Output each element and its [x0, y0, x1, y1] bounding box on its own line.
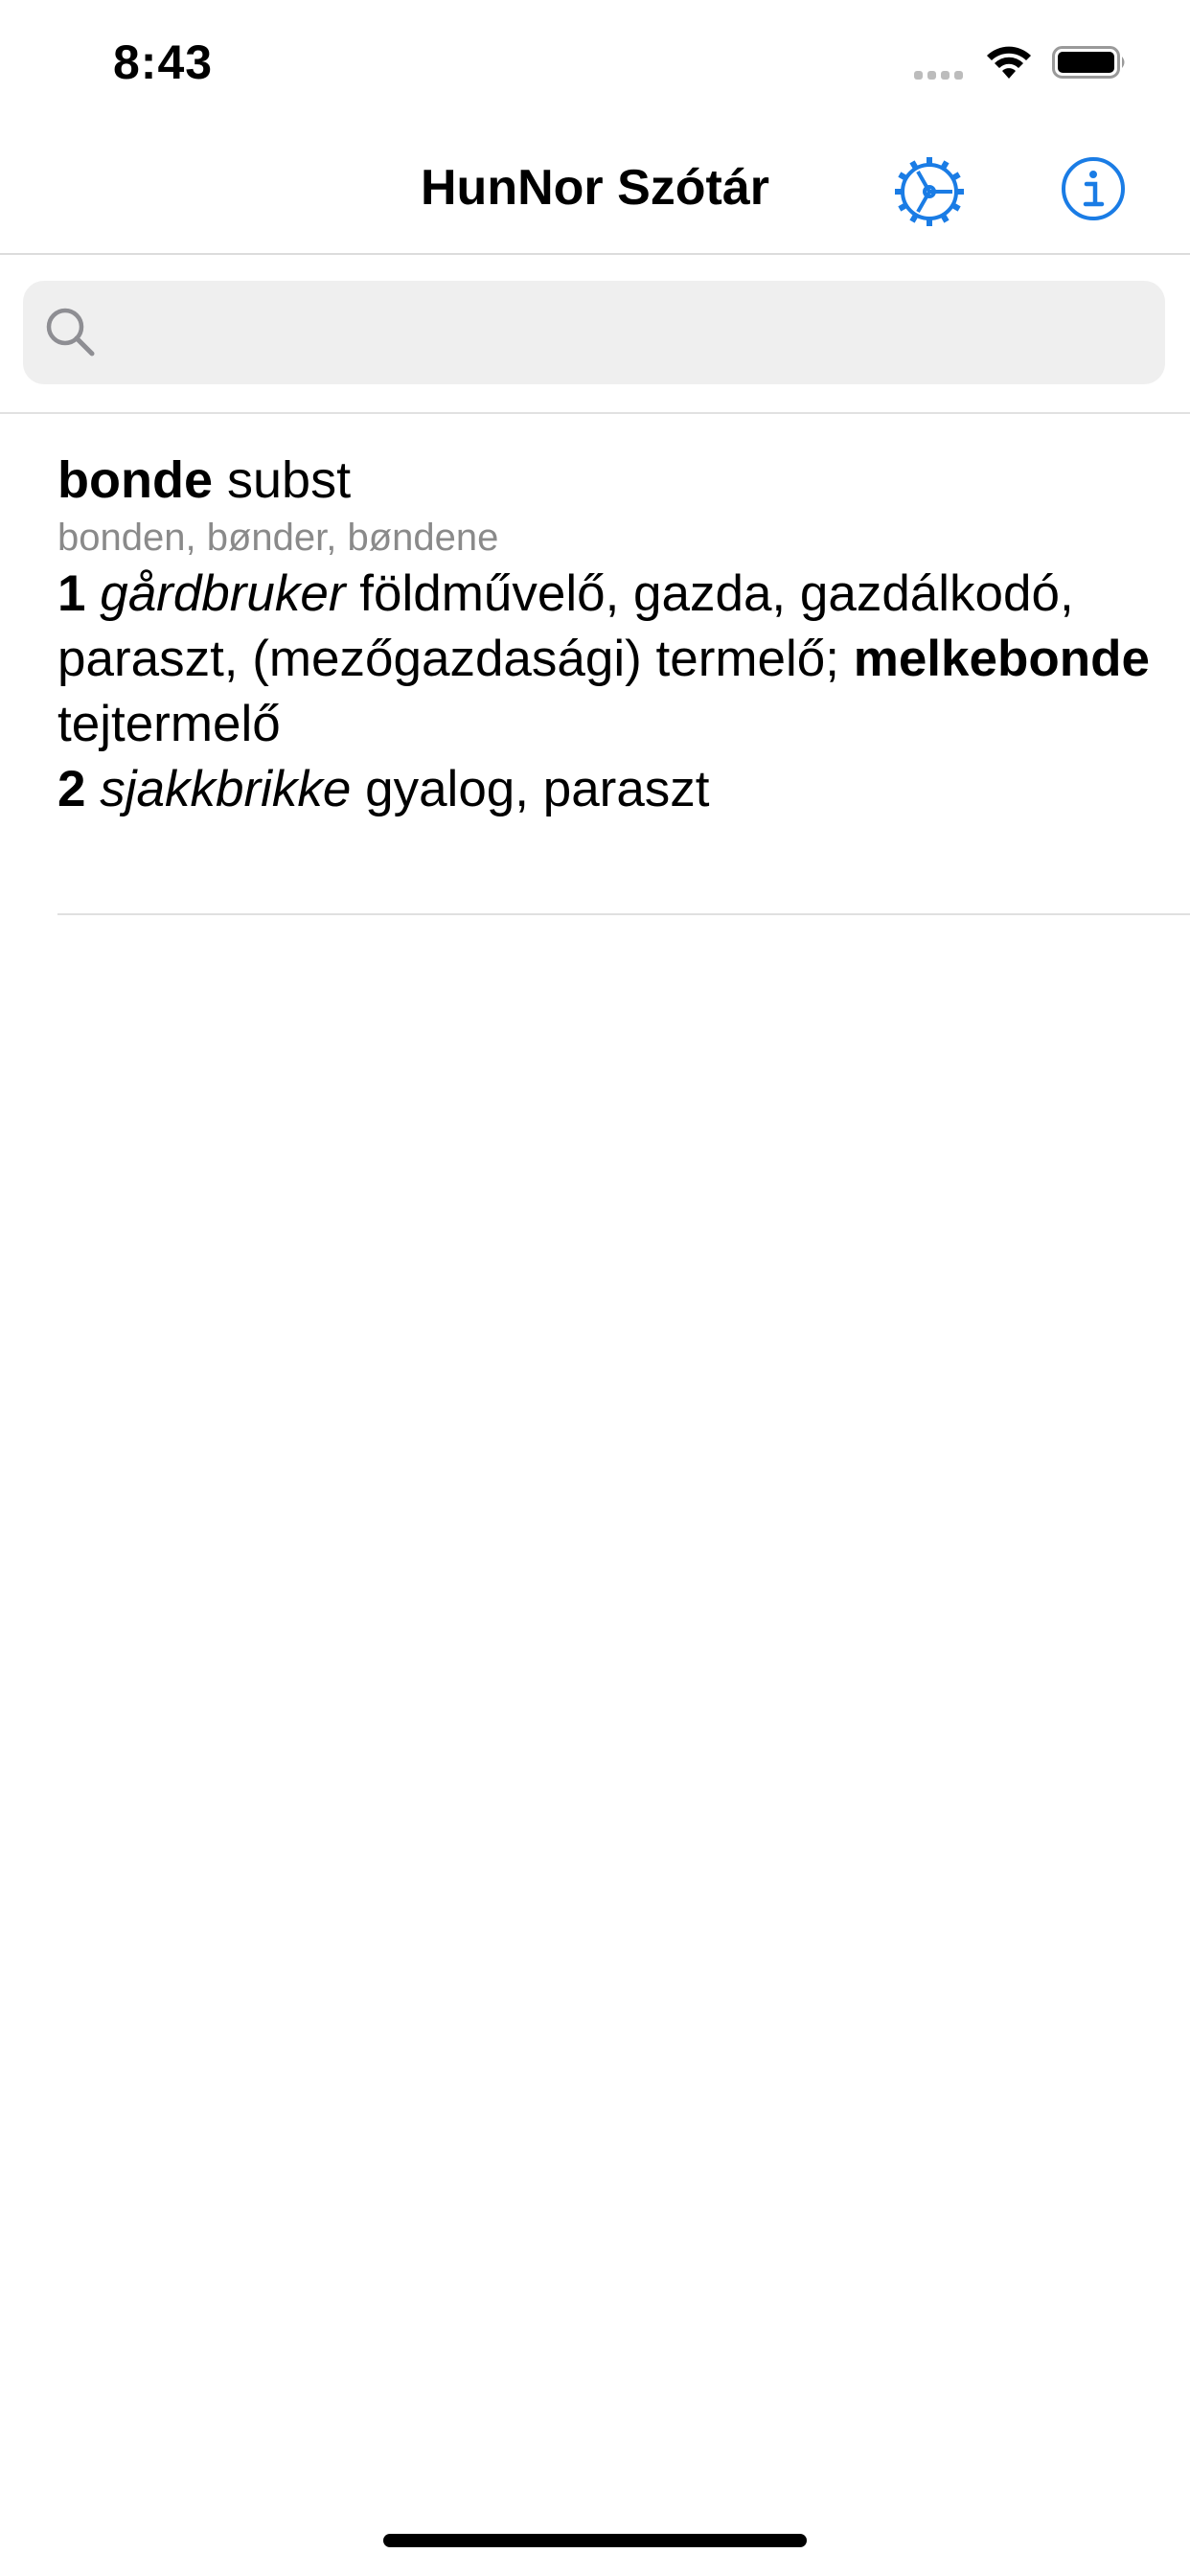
signal-dots-icon — [914, 71, 963, 80]
battery-icon — [1052, 46, 1125, 79]
sense-2: 2 sjakkbrikke gyalog, paraszt — [57, 757, 1150, 822]
search-input[interactable] — [115, 281, 1144, 386]
sense-translation: gyalog, paraszt — [365, 761, 710, 817]
sense-number: 2 — [57, 761, 86, 817]
example-translation: tejtermelő — [57, 696, 281, 752]
wifi-icon — [987, 46, 1031, 79]
info-icon — [1062, 157, 1125, 220]
gear-icon — [895, 157, 964, 226]
example-word: melkebonde — [853, 631, 1150, 687]
headword: bonde — [57, 451, 213, 509]
part-of-speech: subst — [227, 451, 352, 509]
sense-label: sjakkbrikke — [100, 761, 352, 817]
row-divider — [57, 913, 1190, 915]
status-time: 8:43 — [113, 35, 214, 89]
screen: 8:43 HunNor Szótár bonde subst bonden, b… — [0, 0, 1190, 2576]
settings-button[interactable] — [893, 155, 966, 228]
search-field[interactable] — [23, 281, 1165, 386]
search-bar — [0, 255, 1190, 414]
dictionary-entry[interactable]: bonde subst bonden, bønder, bøndene 1 gå… — [57, 447, 1150, 822]
page-title: HunNor Szótár — [421, 160, 769, 216]
inflected-forms: bonden, bønder, bøndene — [57, 517, 499, 559]
search-icon — [46, 308, 95, 356]
sense-label: gårdbruker — [100, 565, 346, 622]
home-indicator[interactable] — [383, 2534, 807, 2547]
sense-number: 1 — [57, 565, 86, 622]
entry-head: bonde subst — [57, 447, 1150, 514]
sense-1: 1 gårdbruker földművelő, gazda, gazdálko… — [57, 562, 1150, 757]
status-bar: 8:43 — [0, 0, 1190, 126]
navigation-bar: HunNor Szótár — [0, 126, 1190, 255]
info-button[interactable] — [1060, 155, 1127, 222]
